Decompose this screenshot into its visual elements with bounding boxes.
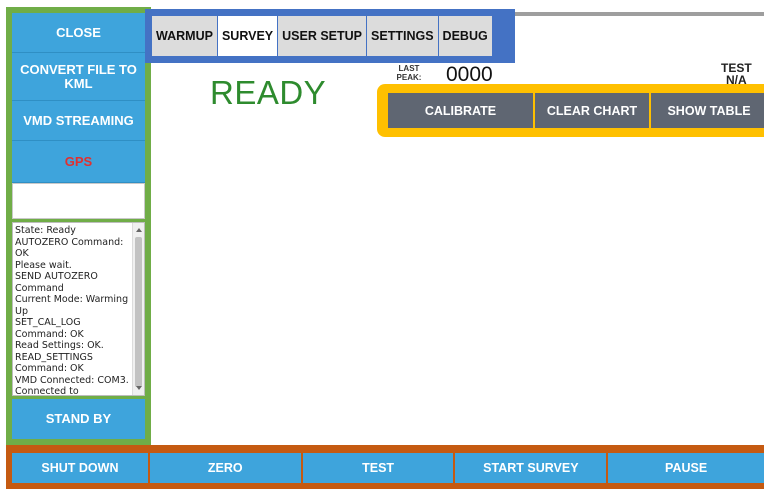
test-button[interactable]: TEST (302, 453, 454, 483)
calibrate-button[interactable]: CALIBRATE (388, 93, 533, 128)
start-survey-button[interactable]: START SURVEY (455, 453, 607, 483)
show-table-button[interactable]: SHOW TABLE (651, 93, 764, 128)
gps-button[interactable]: GPS (12, 141, 145, 183)
scroll-down-icon[interactable] (136, 386, 142, 390)
stand-by-button[interactable]: STAND BY (12, 399, 145, 439)
tab-user-setup[interactable]: USER SETUP (278, 16, 367, 56)
pause-button[interactable]: PAUSE (608, 453, 764, 483)
left-sidebar: CLOSE CONVERT FILE TO KML VMD STREAMING … (6, 7, 151, 445)
status-log-scrollbar[interactable] (132, 223, 144, 395)
tab-warmup[interactable]: WARMUP (152, 16, 217, 56)
status-readout: READY (210, 74, 327, 111)
status-log[interactable]: State: Ready AUTOZERO Command: OK Please… (12, 222, 145, 396)
tab-settings[interactable]: SETTINGS (367, 16, 438, 56)
tab-survey[interactable]: SURVEY (217, 16, 278, 56)
tab-debug[interactable]: DEBUG (438, 16, 492, 56)
vmd-streaming-button[interactable]: VMD STREAMING (12, 101, 145, 141)
tab-bar: WARMUP SURVEY USER SETUP SETTINGS DEBUG (145, 9, 515, 63)
close-button[interactable]: CLOSE (12, 13, 145, 53)
shut-down-button[interactable]: SHUT DOWN (12, 453, 148, 483)
last-peak-label-text: LAST PEAK: (396, 64, 422, 82)
gps-status-field (12, 183, 145, 219)
scroll-up-icon[interactable] (136, 228, 142, 232)
convert-file-to-kml-button[interactable]: CONVERT FILE TO KML (12, 53, 145, 101)
chart-actions: CALIBRATE CLEAR CHART SHOW TABLE (377, 84, 764, 137)
clear-chart-button[interactable]: CLEAR CHART (535, 93, 649, 128)
scroll-thumb[interactable] (135, 237, 142, 387)
bottom-bar: SHUT DOWN ZERO TEST START SURVEY PAUSE (6, 445, 764, 489)
status-log-text: State: Ready AUTOZERO Command: OK Please… (15, 225, 129, 395)
zero-button[interactable]: ZERO (149, 453, 301, 483)
test-readout: TEST N/A (721, 62, 752, 86)
last-peak-label: LAST PEAK: (394, 64, 424, 82)
